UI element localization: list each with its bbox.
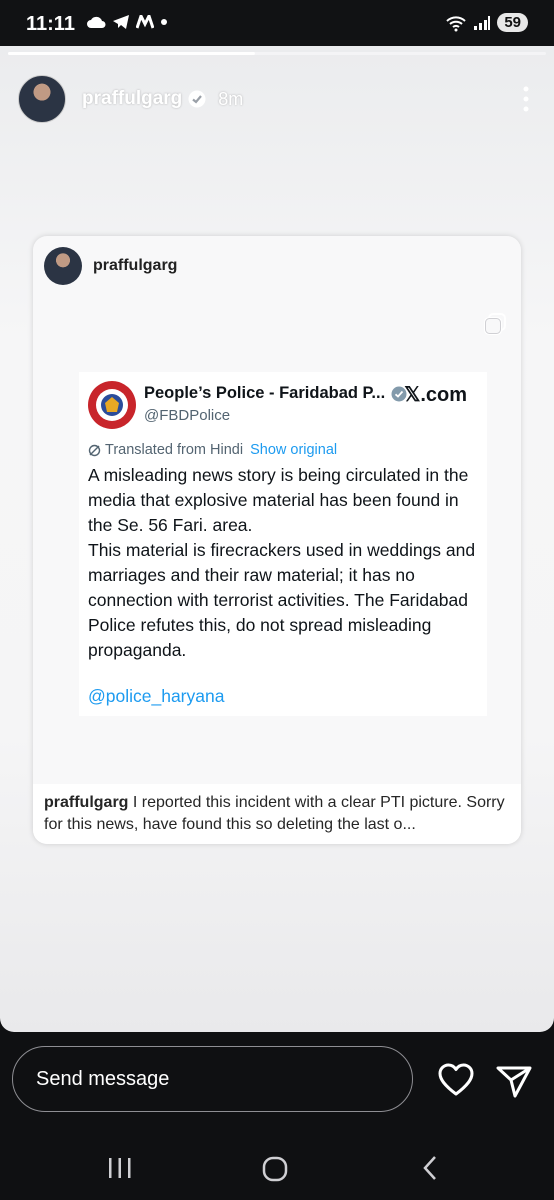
- post-avatar[interactable]: [44, 247, 82, 285]
- translate-icon: [88, 444, 101, 456]
- status-bar: 11:11 59: [0, 0, 554, 46]
- post-username[interactable]: praffulgarg: [93, 257, 177, 275]
- heart-icon[interactable]: [436, 1060, 476, 1100]
- story-time: 8m: [218, 88, 244, 109]
- multiple-posts-icon: [484, 313, 506, 335]
- dot-icon: [161, 19, 167, 25]
- x-logo: 𝕏.com: [404, 384, 467, 406]
- story-username[interactable]: praffulgarg: [82, 88, 182, 110]
- back-icon[interactable]: [420, 1154, 440, 1182]
- caption-username: praffulgarg: [44, 794, 129, 811]
- send-message-placeholder: Send message: [36, 1068, 170, 1090]
- m-app-icon: [136, 15, 154, 29]
- tweet-author-row: People’s Police - Faridabad P...: [144, 384, 407, 403]
- story-header: praffulgarg 8m: [18, 75, 536, 123]
- shared-post-card[interactable]: praffulgarg People’s Police - Faridabad …: [33, 236, 521, 844]
- tweet-text: A misleading news story is being circula…: [88, 465, 476, 660]
- translation-row: Translated from Hindi Show original: [88, 442, 337, 458]
- story-view[interactable]: praffulgarg 8m praffulgarg People’s Poli…: [0, 46, 554, 1032]
- send-icon[interactable]: [494, 1060, 534, 1100]
- home-icon[interactable]: [262, 1156, 288, 1182]
- cloud-icon: [87, 16, 106, 28]
- wifi-icon: [446, 15, 467, 31]
- battery-indicator: 59: [497, 13, 528, 32]
- post-caption[interactable]: praffulgarg I reported this incident wit…: [33, 784, 521, 844]
- send-message-input[interactable]: Send message: [12, 1046, 413, 1112]
- tweet-display-name: People’s Police - Faridabad P...: [144, 384, 386, 402]
- tweet-mention: @police_haryana: [88, 686, 225, 706]
- signal-icon: [474, 15, 491, 30]
- translated-label: Translated from Hindi: [105, 442, 244, 458]
- story-progress-fill: [8, 52, 256, 55]
- more-options-icon[interactable]: [516, 85, 536, 113]
- system-navigation-bar: [0, 1136, 554, 1200]
- system-indicators: 59: [445, 13, 528, 32]
- notification-icons: [86, 14, 168, 30]
- tweet-screenshot: People’s Police - Faridabad P... 𝕏.com @…: [79, 372, 487, 716]
- tweet-handle: @FBDPolice: [144, 407, 231, 424]
- show-original-link: Show original: [250, 442, 338, 458]
- verified-badge-icon: [188, 90, 206, 108]
- police-logo-icon: [88, 381, 136, 429]
- clock: 11:11: [26, 13, 75, 35]
- post-header: praffulgarg: [44, 246, 177, 286]
- story-progress-bar: [8, 52, 546, 55]
- telegram-icon: [113, 15, 129, 29]
- recents-icon[interactable]: [106, 1156, 134, 1180]
- story-avatar[interactable]: [18, 75, 66, 123]
